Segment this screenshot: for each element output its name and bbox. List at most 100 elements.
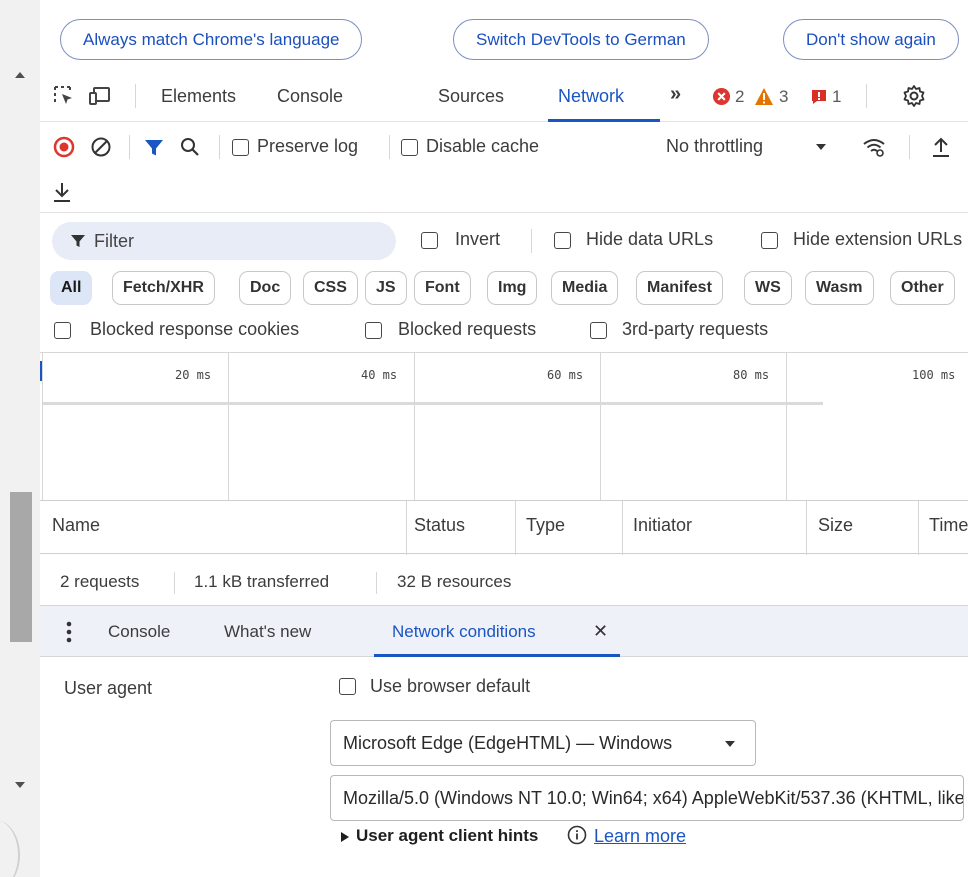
column-name[interactable]: Name: [52, 515, 100, 536]
divider: [219, 135, 220, 159]
timeline-tick-label: 80 ms: [733, 368, 770, 382]
type-filter-ws[interactable]: WS: [744, 271, 792, 305]
type-filter-font[interactable]: Font: [414, 271, 471, 305]
type-filter-manifest[interactable]: Manifest: [636, 271, 723, 305]
active-drawer-tab-indicator: [374, 654, 620, 657]
type-filter-fetch-xhr[interactable]: Fetch/XHR: [112, 271, 215, 305]
drawer-menu-icon[interactable]: [66, 621, 72, 643]
dropdown-arrow-icon[interactable]: [814, 140, 828, 154]
filter-funnel-icon[interactable]: [142, 136, 166, 160]
filter-icon: [71, 235, 85, 247]
filter-placeholder: Filter: [94, 231, 134, 251]
type-filter-other[interactable]: Other: [890, 271, 955, 305]
use-browser-default-checkbox[interactable]: [339, 678, 356, 695]
blocked-response-cookies-checkbox[interactable]: [54, 322, 71, 339]
client-hints-toggle[interactable]: User agent client hints: [356, 826, 538, 846]
timeline-tick-label: 20 ms: [175, 368, 212, 382]
column-type[interactable]: Type: [526, 515, 565, 536]
settings-gear-icon[interactable]: [902, 84, 926, 108]
column-size[interactable]: Size: [818, 515, 853, 536]
divider: [866, 84, 867, 108]
user-agent-string-value: Mozilla/5.0 (Windows NT 10.0; Win64; x64…: [343, 788, 964, 808]
third-party-requests-label: 3rd-party requests: [622, 319, 769, 339]
use-browser-default-label: Use browser default: [370, 676, 531, 696]
third-party-requests-checkbox[interactable]: [590, 322, 607, 339]
user-agent-string-input[interactable]: Mozilla/5.0 (Windows NT 10.0; Win64; x64…: [330, 775, 964, 821]
column-divider[interactable]: [622, 501, 623, 555]
divider: [174, 572, 175, 594]
drawer-tab-console[interactable]: Console: [108, 622, 170, 642]
hide-data-urls-checkbox[interactable]: [554, 232, 571, 249]
timeline-tick-label: 60 ms: [547, 368, 584, 382]
scroll-down-arrow-icon[interactable]: [12, 778, 28, 792]
more-tabs-button[interactable]: »: [670, 83, 681, 106]
match-language-button[interactable]: Always match Chrome's language: [60, 19, 363, 60]
inspect-element-icon[interactable]: [52, 84, 76, 108]
column-initiator[interactable]: Initiator: [633, 515, 692, 536]
drawer-tab-network-conditions[interactable]: Network conditions: [392, 622, 536, 642]
active-tab-indicator: [548, 119, 660, 122]
invert-label: Invert: [455, 229, 501, 249]
vertical-scrollbar[interactable]: [0, 0, 40, 877]
import-har-upload-icon[interactable]: [929, 135, 953, 159]
grid-line: [786, 353, 787, 500]
user-agent-select[interactable]: Microsoft Edge (EdgeHTML) — Windows: [330, 720, 756, 766]
switch-language-button[interactable]: Switch DevTools to German: [453, 19, 709, 60]
preserve-log-checkbox[interactable]: [232, 139, 249, 156]
type-filter-wasm[interactable]: Wasm: [805, 271, 874, 305]
request-count: 2 requests: [60, 572, 140, 591]
tab-network[interactable]: Network: [558, 86, 624, 107]
network-overview-timeline[interactable]: 20 ms 40 ms 60 ms 80 ms 100 ms: [40, 352, 968, 500]
filter-input[interactable]: Filter: [52, 222, 396, 260]
type-filter-js[interactable]: JS: [365, 271, 407, 305]
scrollbar-thumb[interactable]: [10, 492, 32, 642]
invert-checkbox[interactable]: [421, 232, 438, 249]
clear-icon[interactable]: [89, 135, 113, 159]
device-toolbar-icon[interactable]: [88, 84, 112, 108]
column-divider[interactable]: [406, 501, 407, 555]
user-agent-label: User agent: [64, 678, 153, 698]
grid-line: [414, 353, 415, 500]
divider: [135, 84, 136, 108]
search-icon[interactable]: [178, 135, 202, 159]
network-conditions-wifi-icon[interactable]: [862, 135, 886, 159]
dropdown-arrow-icon: [725, 741, 735, 747]
export-har-download-icon[interactable]: [50, 180, 74, 204]
grid-line: [600, 353, 601, 500]
timeline-divider-bar: [43, 402, 823, 405]
disable-cache-checkbox[interactable]: [401, 139, 418, 156]
tab-elements[interactable]: Elements: [161, 86, 236, 107]
tab-console[interactable]: Console: [277, 86, 343, 107]
column-divider[interactable]: [515, 501, 516, 555]
hide-extension-urls-checkbox[interactable]: [761, 232, 778, 249]
type-filter-media[interactable]: Media: [551, 271, 619, 305]
type-filter-all[interactable]: All: [50, 271, 93, 305]
throttling-select[interactable]: No throttling: [666, 136, 763, 157]
warning-icon[interactable]: [754, 87, 774, 106]
requests-table-header: Name Status Type Initiator Size Time: [40, 500, 968, 555]
preserve-log-label: Preserve log: [257, 136, 359, 156]
language-infobar: Always match Chrome's language Switch De…: [40, 0, 968, 70]
divider: [376, 572, 377, 594]
issues-icon[interactable]: [810, 88, 828, 106]
stop-recording-icon[interactable]: [52, 135, 76, 159]
column-time[interactable]: Time: [929, 515, 968, 536]
column-status[interactable]: Status: [414, 515, 465, 536]
scroll-up-arrow-icon[interactable]: [12, 68, 28, 82]
learn-more-link[interactable]: Learn more: [594, 826, 686, 847]
column-divider[interactable]: [806, 501, 807, 555]
type-filter-css[interactable]: CSS: [303, 271, 358, 305]
blocked-requests-label: Blocked requests: [398, 319, 537, 339]
close-tab-icon[interactable]: ✕: [593, 621, 608, 642]
tab-sources[interactable]: Sources: [438, 86, 504, 107]
column-divider[interactable]: [918, 501, 919, 555]
error-icon[interactable]: [712, 87, 731, 106]
blocked-requests-checkbox[interactable]: [365, 322, 382, 339]
grid-line: [42, 353, 43, 500]
drawer-tab-whats-new[interactable]: What's new: [224, 622, 311, 642]
type-filter-img[interactable]: Img: [487, 271, 538, 305]
dont-show-again-button[interactable]: Don't show again: [783, 19, 959, 60]
type-filter-doc[interactable]: Doc: [239, 271, 292, 305]
expand-triangle-icon[interactable]: [340, 831, 350, 843]
disable-cache-label: Disable cache: [426, 136, 540, 156]
